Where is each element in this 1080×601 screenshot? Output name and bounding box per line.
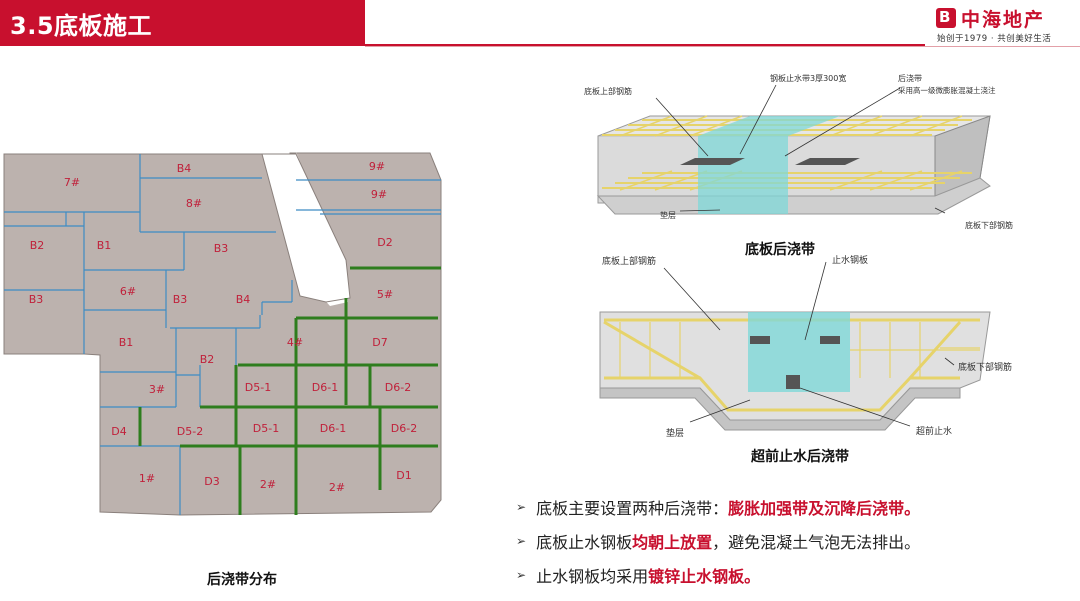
zone-label: 8# (186, 197, 202, 210)
zone-label: B1 (119, 336, 134, 349)
logo-slogan: 始创于1979 · 共创美好生活 (937, 34, 1052, 44)
label-waterstop: 钢板止水带3厚300宽 (770, 73, 846, 83)
zone-label: D5-1 (253, 422, 279, 435)
map-caption: 后浇带分布 (207, 572, 277, 588)
label-advance-2: 超前止水 (916, 425, 952, 437)
zone-label: 1# (139, 472, 155, 485)
zone-label: 9# (369, 160, 385, 173)
label-pour-note: 采用高一级微膨胀混凝土浇注 (898, 85, 996, 95)
zone-label: B1 (97, 239, 112, 252)
zone-label: B3 (214, 242, 229, 255)
zone-label: 7# (64, 176, 80, 189)
map-outline (3, 152, 442, 516)
zone-label: D6-2 (385, 381, 411, 394)
zone-label: B3 (173, 293, 188, 306)
zone-label: B3 (29, 293, 44, 306)
zone-label: D6-2 (391, 422, 417, 435)
label-bottom-rebar-2: 底板下部钢筋 (958, 361, 1012, 373)
pour-strip-map: 7# B4 9# 8# 9# B2 B1 B3 D2 B3 6# B3 B4 5… (3, 152, 442, 516)
note-item: ➢ 底板止水钢板 均朝上放置 ，避免混凝土气泡无法排出。 (516, 533, 921, 552)
zone-label: B4 (236, 293, 251, 306)
zone-label: D3 (204, 475, 219, 488)
zone-label: 4# (287, 336, 303, 349)
arrow-bullet-icon: ➢ (516, 500, 527, 514)
label-bottom-rebar: 底板下部钢筋 (965, 220, 1013, 230)
note-item: ➢ 底板主要设置两种后浇带： 膨胀加强带及沉降后浇带。 (516, 499, 921, 518)
zone-label: D5-2 (177, 425, 203, 438)
zone-label: 5# (377, 288, 393, 301)
zone-label: D6-1 (312, 381, 338, 394)
zone-label: D5-1 (245, 381, 271, 394)
label-top-rebar-2: 底板上部钢筋 (602, 255, 656, 267)
zone-label: D1 (396, 469, 411, 482)
label-top-rebar: 底板上部钢筋 (584, 86, 632, 96)
pour-strip-diagram: 底板上部钢筋 钢板止水带3厚300宽 后浇带 采用高一级微膨胀混凝土浇注 垫层 … (584, 73, 1013, 230)
zone-label: D7 (372, 336, 387, 349)
page-title: 3.5底板施工 (10, 12, 153, 40)
logo-icon: B (936, 8, 956, 28)
zone-label: D2 (377, 236, 392, 249)
zone-label: 3# (149, 383, 165, 396)
zone-label: 9# (371, 188, 387, 201)
label-cushion-2: 垫层 (666, 427, 684, 439)
zone-label: D4 (111, 425, 126, 438)
zone-label: B2 (200, 353, 215, 366)
zone-label: 2# (329, 481, 345, 494)
notes-list: ➢ 底板主要设置两种后浇带： 膨胀加强带及沉降后浇带。 ➢ 底板止水钢板 均朝上放置… (516, 490, 1076, 592)
logo-name: 中海地产 (961, 9, 1046, 31)
label-waterstop-2: 止水钢板 (832, 254, 868, 266)
zone-label: 6# (120, 285, 136, 298)
zone-label: B2 (30, 239, 45, 252)
zone-label: D6-1 (320, 422, 346, 435)
header-rule-light (365, 46, 1080, 47)
label-pour-strip: 后浇带 (898, 73, 922, 83)
note-item: ➢ 止水钢板均采用 镀锌止水钢板。 (516, 567, 761, 586)
zone-label: B4 (177, 162, 192, 175)
header-bar: 3.5底板施工 (0, 0, 365, 46)
arrow-bullet-icon: ➢ (516, 534, 527, 548)
label-cushion: 垫层 (660, 210, 676, 220)
zone-label: 2# (260, 478, 276, 491)
diagram2-caption: 超前止水后浇带 (751, 449, 849, 465)
advance-pour-strip-diagram: 底板上部钢筋 止水钢板 底板下部钢筋 垫层 超前止水 (599, 254, 1012, 439)
arrow-bullet-icon: ➢ (516, 568, 527, 582)
